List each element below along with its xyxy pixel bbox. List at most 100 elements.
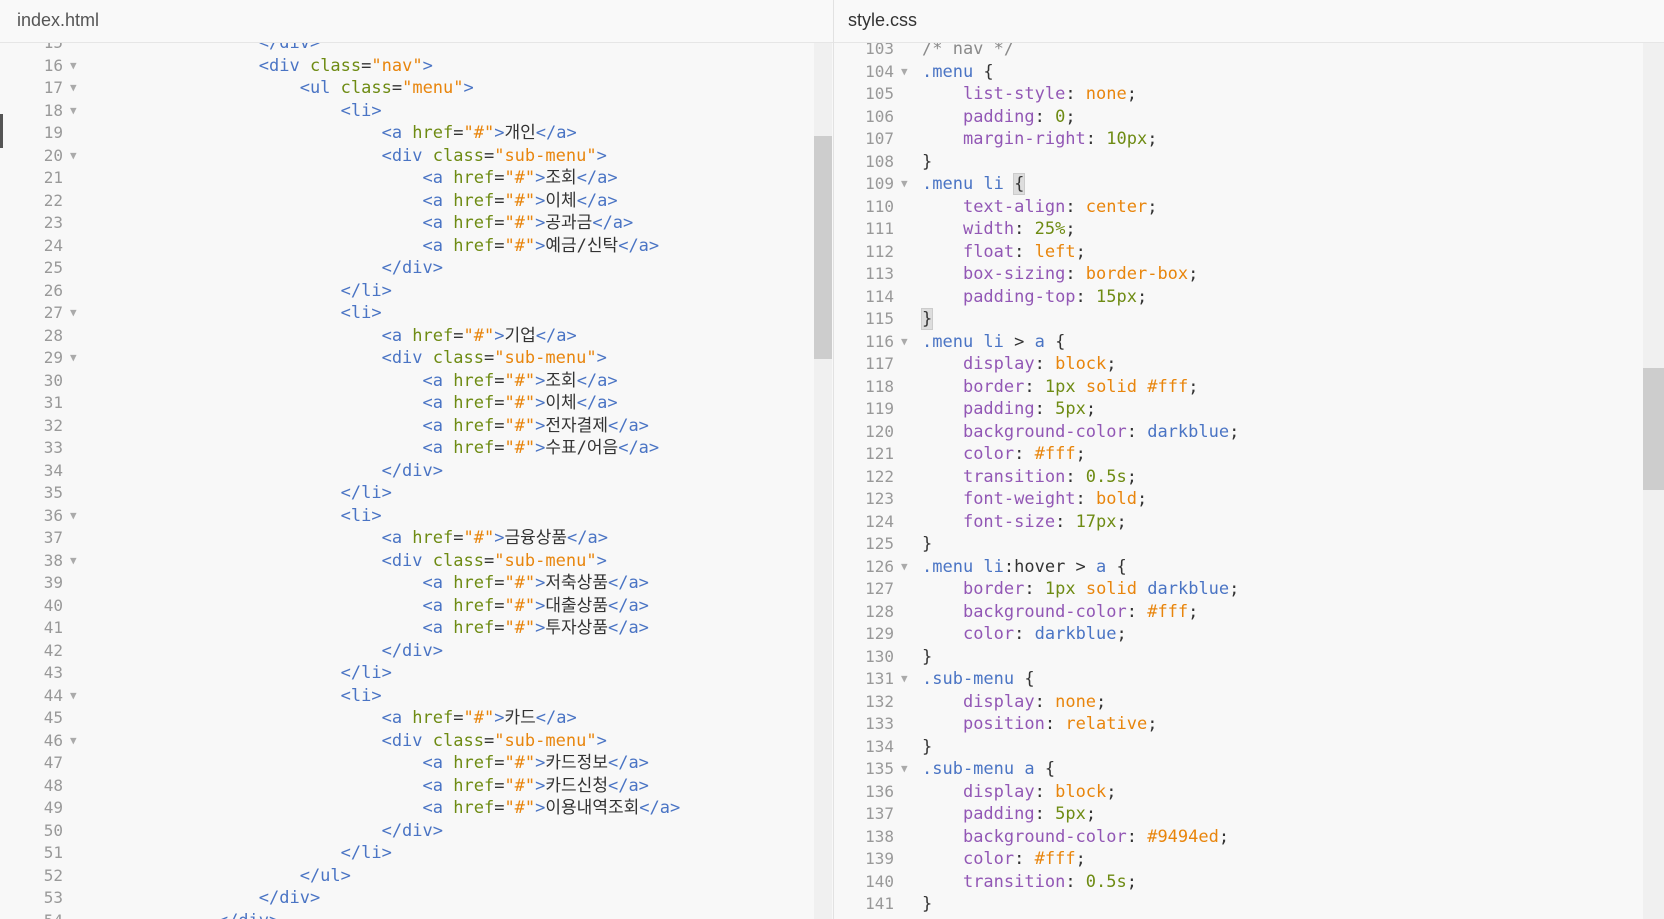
code-line[interactable]: 117 display: block; — [834, 353, 1664, 376]
fold-arrow-icon[interactable]: ▼ — [70, 550, 77, 573]
code-line[interactable]: 32 <a href="#">전자결제</a> — [0, 415, 833, 438]
code-line[interactable]: 111 width: 25%; — [834, 218, 1664, 241]
code-line[interactable]: 21 <a href="#">조회</a> — [0, 167, 833, 190]
fold-arrow-icon[interactable]: ▼ — [70, 730, 77, 753]
code-line[interactable]: 16 ▼ <div class="nav"> — [0, 55, 833, 78]
code-line[interactable]: 34 </div> — [0, 460, 833, 483]
code-line[interactable]: 37 <a href="#">금융상품</a> — [0, 527, 833, 550]
code-line[interactable]: 132 display: none; — [834, 691, 1664, 714]
scrollbar-thumb[interactable] — [1643, 368, 1664, 490]
code-line[interactable]: 110 text-align: center; — [834, 196, 1664, 219]
editor-pane-css[interactable]: style.css 103/* nav */104 ▼ .menu {105 lis… — [834, 0, 1664, 919]
code-line[interactable]: 135 ▼ .sub-menu a { — [834, 758, 1664, 781]
tab-header-html[interactable]: index.html — [0, 0, 833, 43]
code-line[interactable]: 127 border: 1px solid darkblue; — [834, 578, 1664, 601]
code-line[interactable]: 33 <a href="#">수표/어음</a> — [0, 437, 833, 460]
vertical-scrollbar-css[interactable] — [1643, 43, 1664, 919]
code-line[interactable]: 130} — [834, 646, 1664, 669]
code-line[interactable]: 108} — [834, 151, 1664, 174]
code-line[interactable]: 134} — [834, 736, 1664, 759]
editor-pane-html[interactable]: index.html 15 </div>16▼ <div class="nav"… — [0, 0, 834, 919]
code-line[interactable]: 120 background-color: darkblue; — [834, 421, 1664, 444]
code-line[interactable]: 39 <a href="#">저축상품</a> — [0, 572, 833, 595]
code-line[interactable]: 40 <a href="#">대출상품</a> — [0, 595, 833, 618]
code-line[interactable]: 116 ▼ .menu li > a { — [834, 331, 1664, 354]
code-line[interactable]: 28 <a href="#">기업</a> — [0, 325, 833, 348]
tab-header-css[interactable]: style.css — [834, 0, 1664, 43]
code-area-css[interactable]: 103/* nav */104 ▼ .menu {105 list-style: n… — [834, 43, 1664, 919]
code-area-html[interactable]: 15 </div>16▼ <div class="nav">17▼ <ul cl… — [0, 43, 833, 919]
fold-arrow-icon[interactable]: ▼ — [70, 302, 77, 325]
code-line[interactable]: 48 <a href="#">카드신청</a> — [0, 775, 833, 798]
code-line[interactable]: 38 ▼ <div class="sub-menu"> — [0, 550, 833, 573]
code-line[interactable]: 122 transition: 0.5s; — [834, 466, 1664, 489]
code-line[interactable]: 112 float: left; — [834, 241, 1664, 264]
code-line[interactable]: 23 <a href="#">공과금</a> — [0, 212, 833, 235]
code-line[interactable]: 18 ▼ <li> — [0, 100, 833, 123]
code-line[interactable]: 24 <a href="#">예금/신탁</a> — [0, 235, 833, 258]
code-line[interactable]: 113 box-sizing: border-box; — [834, 263, 1664, 286]
fold-arrow-icon[interactable]: ▼ — [70, 685, 77, 708]
code-line[interactable]: 137 padding: 5px; — [834, 803, 1664, 826]
tab-title-css[interactable]: style.css — [848, 10, 917, 31]
code-line[interactable]: 44 ▼ <li> — [0, 685, 833, 708]
code-line[interactable]: 52 </ul> — [0, 865, 833, 888]
code-line[interactable]: 35 </li> — [0, 482, 833, 505]
fold-arrow-icon[interactable]: ▼ — [70, 347, 77, 370]
code-line[interactable]: 43 </li> — [0, 662, 833, 685]
fold-arrow-icon[interactable]: ▼ — [901, 758, 908, 781]
code-line[interactable]: 26 </li> — [0, 280, 833, 303]
fold-arrow-icon[interactable]: ▼ — [901, 556, 908, 579]
code-line[interactable]: 54 </div> — [0, 910, 833, 919]
code-line[interactable]: 31 <a href="#">이체</a> — [0, 392, 833, 415]
tab-title-html[interactable]: index.html — [17, 10, 99, 31]
code-line[interactable]: 47 <a href="#">카드정보</a> — [0, 752, 833, 775]
code-line[interactable]: 45 <a href="#">카드</a> — [0, 707, 833, 730]
fold-arrow-icon[interactable]: ▼ — [901, 61, 908, 84]
code-line[interactable]: 105 list-style: none; — [834, 83, 1664, 106]
code-line[interactable]: 15 </div> — [0, 43, 833, 55]
code-line[interactable]: 42 </div> — [0, 640, 833, 663]
code-line[interactable]: 140 transition: 0.5s; — [834, 871, 1664, 894]
code-line[interactable]: 139 color: #fff; — [834, 848, 1664, 871]
code-line[interactable]: 123 font-weight: bold; — [834, 488, 1664, 511]
fold-arrow-icon[interactable]: ▼ — [901, 173, 908, 196]
code-line[interactable]: 138 background-color: #9494ed; — [834, 826, 1664, 849]
code-line[interactable]: 129 color: darkblue; — [834, 623, 1664, 646]
code-line[interactable]: 119 padding: 5px; — [834, 398, 1664, 421]
code-line[interactable]: 106 padding: 0; — [834, 106, 1664, 129]
code-line[interactable]: 121 color: #fff; — [834, 443, 1664, 466]
code-line[interactable]: 131 ▼ .sub-menu { — [834, 668, 1664, 691]
code-line[interactable]: 133 position: relative; — [834, 713, 1664, 736]
code-line[interactable]: 118 border: 1px solid #fff; — [834, 376, 1664, 399]
code-line[interactable]: 128 background-color: #fff; — [834, 601, 1664, 624]
code-line[interactable]: 124 font-size: 17px; — [834, 511, 1664, 534]
fold-arrow-icon[interactable]: ▼ — [70, 77, 77, 100]
code-line[interactable]: 109 ▼ .menu li { — [834, 173, 1664, 196]
fold-arrow-icon[interactable]: ▼ — [70, 100, 77, 123]
code-line[interactable]: 22 <a href="#">이체</a> — [0, 190, 833, 213]
code-line[interactable]: 107 margin-right: 10px; — [834, 128, 1664, 151]
code-line[interactable]: 125} — [834, 533, 1664, 556]
code-line[interactable]: 46 ▼ <div class="sub-menu"> — [0, 730, 833, 753]
code-line[interactable]: 19 <a href="#">개인</a> — [0, 122, 833, 145]
code-line[interactable]: 53 </div> — [0, 887, 833, 910]
fold-arrow-icon[interactable]: ▼ — [70, 145, 77, 168]
code-line[interactable]: 104 ▼ .menu { — [834, 61, 1664, 84]
code-line[interactable]: 36 ▼ <li> — [0, 505, 833, 528]
vertical-scrollbar-html[interactable] — [814, 43, 832, 919]
code-line[interactable]: 136 display: block; — [834, 781, 1664, 804]
code-line[interactable]: 41 <a href="#">투자상품</a> — [0, 617, 833, 640]
fold-arrow-icon[interactable]: ▼ — [70, 505, 77, 528]
code-line[interactable]: 114 padding-top: 15px; — [834, 286, 1664, 309]
code-line[interactable]: 115} — [834, 308, 1664, 331]
fold-arrow-icon[interactable]: ▼ — [901, 331, 908, 354]
code-line[interactable]: 103 /* nav */ — [834, 43, 1664, 61]
code-line[interactable]: 29 ▼ <div class="sub-menu"> — [0, 347, 833, 370]
code-line[interactable]: 51 </li> — [0, 842, 833, 865]
code-line[interactable]: 50 </div> — [0, 820, 833, 843]
code-line[interactable]: 20 ▼ <div class="sub-menu"> — [0, 145, 833, 168]
code-line[interactable]: 141} — [834, 893, 1664, 916]
fold-arrow-icon[interactable]: ▼ — [901, 668, 908, 691]
code-line[interactable]: 25 </div> — [0, 257, 833, 280]
